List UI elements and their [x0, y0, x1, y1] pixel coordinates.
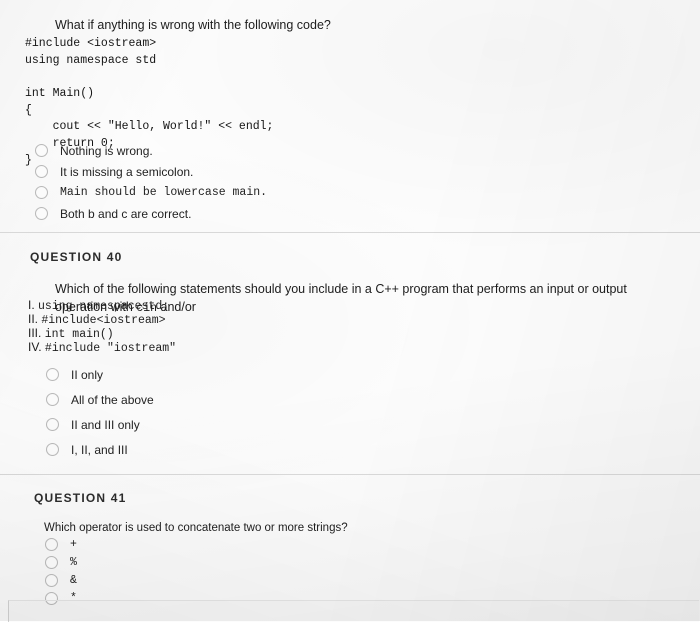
section-divider: [0, 232, 700, 233]
choice-option[interactable]: I, II, and III: [46, 437, 546, 462]
question-39-prompt: What if anything is wrong with the follo…: [55, 17, 655, 34]
question-40-statement-list: I. using namespacestd; II. #include<iost…: [28, 298, 528, 355]
choice-label: It is missing a semicolon.: [60, 164, 194, 179]
choice-label: All of the above: [71, 392, 154, 407]
radio-icon[interactable]: [46, 393, 59, 406]
statement-item: IV. #include "iostream": [28, 340, 528, 355]
choice-option[interactable]: II only: [46, 362, 546, 387]
choice-label: %: [70, 555, 77, 569]
choice-option[interactable]: It is missing a semicolon.: [35, 161, 535, 182]
choice-option[interactable]: Both b and c are correct.: [35, 203, 535, 224]
choice-label: Nothing is wrong.: [60, 143, 153, 158]
choice-label: I, II, and III: [71, 442, 128, 457]
section-divider: [0, 474, 700, 475]
statement-numeral: III.: [28, 326, 42, 340]
choice-option[interactable]: All of the above: [46, 387, 546, 412]
statement-numeral: IV.: [28, 340, 42, 354]
choice-option[interactable]: +: [45, 535, 445, 553]
statement-item: I. using namespacestd;: [28, 298, 528, 313]
choice-option[interactable]: %: [45, 553, 445, 571]
choice-option[interactable]: II and III only: [46, 412, 546, 437]
question-41-heading: QUESTION 41: [34, 491, 127, 505]
page-footer-frame: [8, 600, 699, 622]
radio-icon[interactable]: [45, 573, 58, 587]
choice-label: &: [70, 573, 77, 587]
choice-option[interactable]: Main should be lowercase main.: [35, 182, 535, 203]
statement-item: III. int main(): [28, 326, 528, 341]
choice-option[interactable]: Nothing is wrong.: [35, 140, 535, 161]
statement-text: #include "iostream": [44, 342, 177, 355]
exam-page: What if anything is wrong with the follo…: [0, 0, 700, 622]
statement-item: II. #include<iostream>: [28, 312, 528, 327]
question-40-choices: II only All of the above II and III only…: [46, 362, 546, 462]
radio-icon[interactable]: [46, 368, 59, 381]
radio-icon[interactable]: [35, 144, 48, 157]
radio-icon[interactable]: [46, 418, 59, 431]
radio-icon[interactable]: [35, 207, 48, 220]
statement-numeral: II.: [28, 312, 39, 326]
statement-numeral: I.: [28, 298, 35, 312]
choice-label: II and III only: [71, 417, 140, 432]
question-39-prompt-text: What if anything is wrong with the follo…: [55, 18, 331, 32]
question-41-choices: + % & *: [45, 530, 445, 607]
radio-icon[interactable]: [46, 443, 59, 456]
radio-icon[interactable]: [45, 555, 58, 569]
choice-label: Main should be lowercase main.: [60, 186, 268, 199]
choice-option[interactable]: &: [45, 571, 445, 589]
radio-icon[interactable]: [35, 186, 48, 199]
choice-label: Both b and c are correct.: [60, 206, 192, 221]
choice-label: II only: [71, 367, 104, 382]
question-39-choices: Nothing is wrong. It is missing a semico…: [35, 140, 535, 224]
choice-label: +: [70, 537, 77, 551]
radio-icon[interactable]: [35, 165, 48, 178]
question-40-heading: QUESTION 40: [30, 250, 123, 264]
radio-icon[interactable]: [45, 537, 58, 551]
